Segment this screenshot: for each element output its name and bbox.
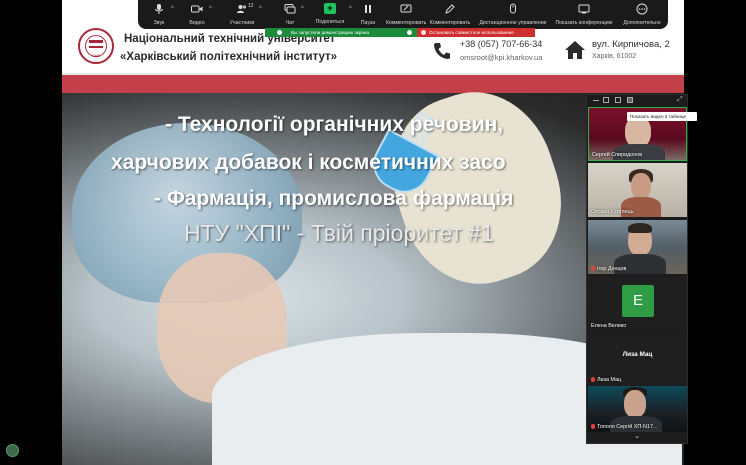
show-meeting-icon [578, 4, 590, 14]
video-icon [191, 5, 203, 13]
phone-icon [434, 43, 450, 59]
pen-icon [445, 4, 455, 14]
mic-muted-icon [591, 377, 595, 382]
share-screen-button[interactable]: + Поделиться ^ [310, 3, 352, 27]
phone-number: +38 (057) 707-66-34 [460, 39, 543, 49]
mic-icon [155, 4, 163, 14]
pause-share-button[interactable]: Пауза [356, 3, 380, 27]
annotate-pen-button[interactable]: Комментировать [426, 3, 474, 27]
participants-icon [237, 5, 247, 13]
panel-header: ⤢ [587, 95, 687, 106]
layout-grid-icon[interactable] [627, 97, 633, 103]
pause-icon [365, 5, 371, 13]
stop-icon [421, 30, 426, 35]
chevron-up-icon[interactable]: ^ [349, 6, 352, 12]
participant-name: Тополя Сергій ХП-N17... [591, 424, 657, 430]
avatar: E [622, 285, 654, 317]
slogan-line-1: - Технології органічних речовин, [165, 113, 504, 136]
video-tile[interactable]: E Елена Велико [588, 277, 687, 331]
more-icon [636, 3, 648, 15]
layout-strip-icon[interactable] [603, 97, 609, 103]
participant-name: Оксана Стрілець [591, 209, 634, 215]
participant-name: Сергей Спиридонов [592, 152, 643, 158]
navigation-bar [62, 75, 684, 93]
show-meeting-button[interactable]: Показать конференцию [554, 3, 614, 27]
remote-control-button[interactable]: Дистанционное управление [478, 3, 548, 27]
street-address: вул. Кирпичова, 2 [592, 39, 670, 50]
video-panel: ⤢ Показать видео в таблице Сергей Спирид… [586, 94, 697, 444]
slogan-line-2: харчових добавок і косметичних засо [111, 151, 506, 174]
hair-shape [628, 223, 652, 233]
university-name-2: «Харківський політехнічний інститут» [120, 51, 338, 63]
face-shape [631, 173, 651, 199]
meeting-toolbar: Звук ^ Видео ^ Участники 12 ^ Чат ^ + По… [138, 0, 668, 29]
chat-icon [284, 4, 296, 14]
status-dot-icon [277, 30, 282, 35]
mic-muted-icon [591, 424, 595, 429]
screen-share-notice: Вы запустили демонстрацию экрана Останов… [265, 28, 535, 37]
stop-share-button[interactable]: Остановить совместное использование [417, 28, 535, 37]
chevron-up-icon[interactable]: ^ [259, 6, 262, 12]
screen: 1885 Національний технічний університет … [0, 0, 746, 465]
chevron-down-icon[interactable]: ⌄ [587, 432, 687, 442]
annotate-button[interactable]: Комментировать [386, 3, 426, 27]
remote-control-icon [510, 3, 516, 14]
minimize-icon[interactable] [593, 100, 599, 101]
audio-button[interactable]: Звук ^ [144, 3, 174, 27]
face-shape [624, 390, 646, 418]
participant-name: Лиза Мац [591, 377, 621, 383]
seal-year: 1885 [91, 53, 101, 58]
participant-display-name: Лиза Мац [622, 351, 653, 358]
connection-status-icon[interactable] [6, 444, 19, 457]
video-tile[interactable]: Ігор Донцов [588, 220, 687, 274]
video-tile[interactable]: Лиза Мац Лиза Мац [588, 335, 687, 385]
grid-view-tooltip: Показать видео в таблице [627, 112, 697, 121]
city-address: Харків, 61002 [592, 53, 637, 60]
slogan-line-3: - Фармація, промислова фармація [154, 187, 514, 210]
sharing-notice: Вы запустили демонстрацию экрана [265, 28, 417, 37]
participant-count: 12 [248, 3, 254, 9]
layout-single-icon[interactable] [615, 97, 621, 103]
more-button[interactable]: Дополнительно [620, 3, 664, 27]
university-seal-logo: 1885 [78, 28, 114, 64]
chat-button[interactable]: Чат ^ [280, 3, 304, 27]
chevron-up-icon[interactable]: ^ [171, 6, 174, 12]
video-button[interactable]: Видео ^ [182, 3, 212, 27]
expand-icon[interactable]: ⤢ [677, 96, 683, 103]
chevron-up-icon[interactable]: ^ [301, 6, 304, 12]
video-tile[interactable]: Тополя Сергій ХП-N17... [588, 386, 687, 432]
participant-name: Елена Велико [591, 323, 627, 329]
share-icon: + [324, 3, 336, 14]
video-tile[interactable]: Оксана Стрілець [588, 163, 687, 217]
mic-muted-icon [591, 266, 595, 271]
chevron-up-icon[interactable]: ^ [209, 6, 212, 12]
shield-icon [407, 30, 412, 35]
participants-button[interactable]: Участники 12 ^ [224, 3, 262, 27]
participant-name: Ігор Донцов [591, 266, 626, 272]
slogan-line-4: НТУ "ХПІ" - Твій пріоритет #1 [184, 220, 494, 246]
home-icon [565, 41, 585, 59]
annotate-icon [400, 4, 412, 13]
email-address[interactable]: omsroot@kpi.kharkov.ua [460, 53, 543, 62]
